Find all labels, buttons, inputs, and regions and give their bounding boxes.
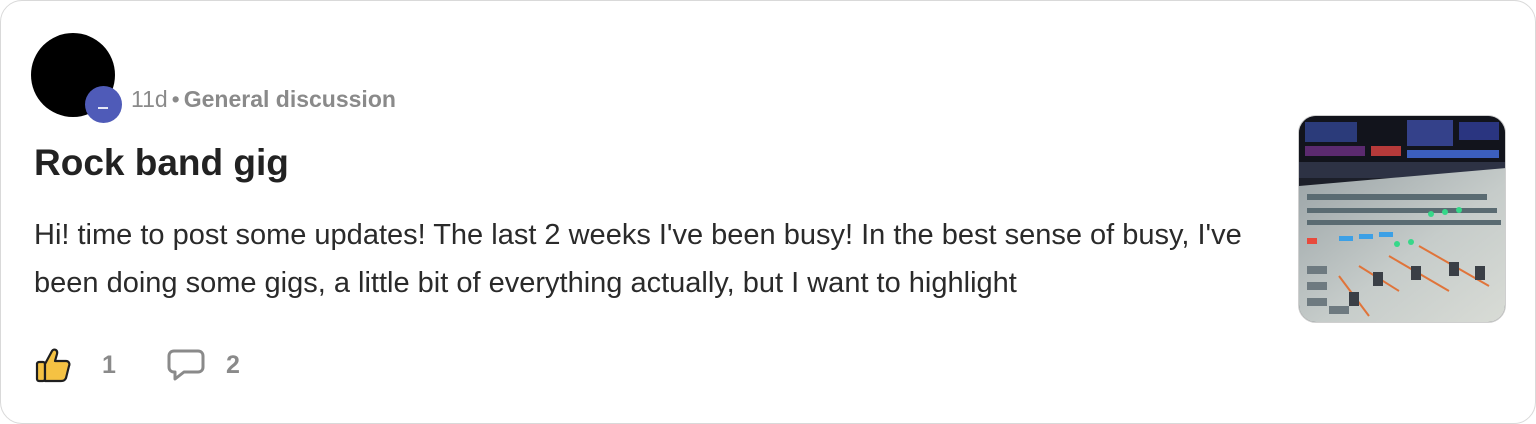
avatar-badge	[85, 86, 122, 123]
post-category[interactable]: General discussion	[184, 86, 396, 112]
thumbs-up-icon	[35, 348, 71, 383]
post-thumbnail[interactable]	[1298, 115, 1506, 323]
post-meta: 11d • General discussion	[131, 85, 396, 113]
meta-separator: •	[171, 86, 180, 112]
comment-count: 2	[226, 350, 240, 379]
author-avatar[interactable]	[31, 33, 123, 125]
post-card[interactable]: 11d • General discussion Rock band gig Hi!…	[0, 0, 1536, 424]
like-count: 1	[102, 350, 116, 379]
like-button[interactable]: 1	[34, 345, 116, 385]
comment-icon	[167, 349, 205, 381]
post-title[interactable]: Rock band gig	[34, 141, 289, 185]
post-age: 11d	[131, 86, 168, 112]
post-excerpt[interactable]: Hi! time to post some updates! The last …	[34, 211, 1274, 307]
mixing-console-photo	[1299, 116, 1505, 322]
comment-button[interactable]: 2	[166, 345, 240, 385]
